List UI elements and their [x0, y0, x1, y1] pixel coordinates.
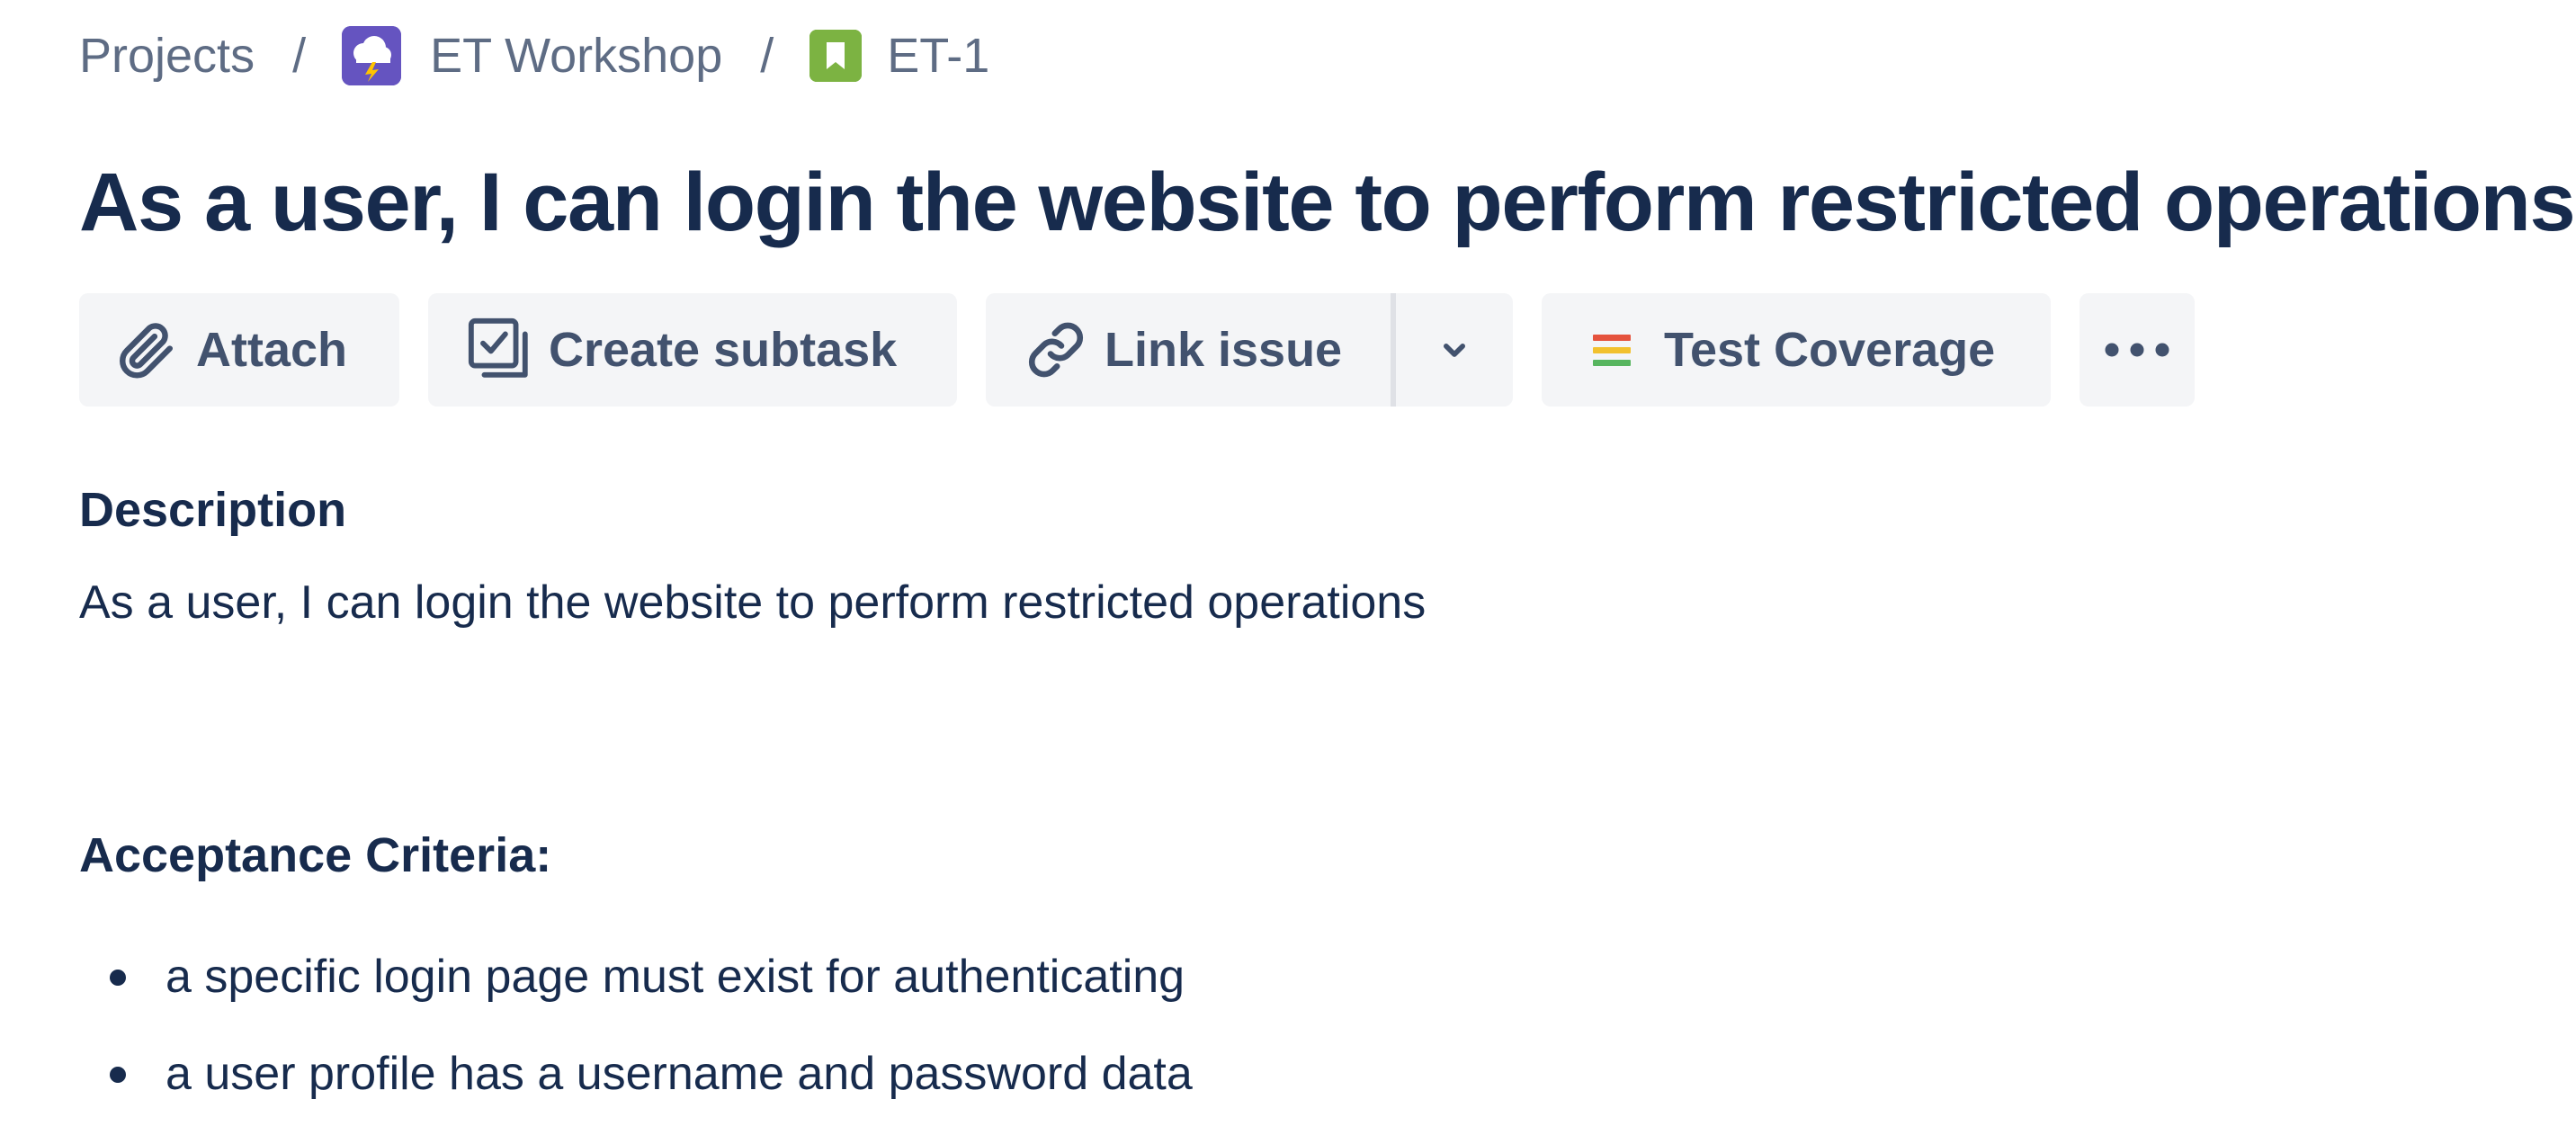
breadcrumb-separator: / — [760, 29, 774, 83]
attach-label: Attach — [196, 323, 348, 377]
breadcrumb-separator: / — [292, 29, 307, 83]
breadcrumb-project-link[interactable]: ET Workshop — [430, 28, 722, 84]
create-subtask-label: Create subtask — [549, 323, 898, 377]
more-dots-icon — [2101, 341, 2173, 359]
paperclip-icon — [113, 318, 182, 381]
issue-toolbar: Attach Create subtask Link issue Test Co… — [79, 293, 2195, 407]
list-item: a user profile has a username and passwo… — [79, 1038, 1193, 1135]
link-chain-icon — [1022, 317, 1090, 382]
subtask-checkbox-icon — [466, 316, 534, 384]
link-issue-dropdown-button[interactable] — [1396, 293, 1513, 407]
storm-cloud-icon — [342, 26, 402, 85]
attach-button[interactable]: Attach — [79, 293, 399, 407]
issue-title[interactable]: As a user, I can login the website to pe… — [79, 144, 2576, 261]
description-text[interactable]: As a user, I can login the website to pe… — [79, 576, 1426, 630]
create-subtask-button[interactable]: Create subtask — [428, 293, 957, 407]
more-actions-button[interactable] — [2080, 293, 2195, 407]
acceptance-criteria-list: a specific login page must exist for aut… — [79, 941, 1193, 1135]
list-item: a specific login page must exist for aut… — [79, 941, 1193, 1038]
criterion-text: a specific login page must exist for aut… — [165, 951, 1185, 1003]
link-issue-label: Link issue — [1105, 323, 1343, 377]
breadcrumb-issue-key-link[interactable]: ET-1 — [887, 28, 989, 84]
description-heading: Description — [79, 483, 347, 537]
link-issue-button[interactable]: Link issue — [986, 293, 1391, 407]
chevron-down-icon — [1436, 332, 1472, 368]
bullet-icon — [110, 1067, 126, 1083]
breadcrumb: Projects / ET Workshop / ET-1 — [79, 23, 989, 88]
bullet-icon — [110, 970, 126, 986]
acceptance-criteria-heading: Acceptance Criteria: — [79, 828, 552, 882]
test-coverage-label: Test Coverage — [1664, 323, 1996, 377]
test-coverage-button[interactable]: Test Coverage — [1542, 293, 2051, 407]
link-issue-split-button: Link issue — [986, 293, 1513, 407]
coverage-bars-icon — [1588, 329, 1635, 371]
criterion-text: a user profile has a username and passwo… — [165, 1048, 1193, 1100]
story-bookmark-icon — [809, 30, 863, 82]
breadcrumb-projects-link[interactable]: Projects — [79, 28, 255, 84]
